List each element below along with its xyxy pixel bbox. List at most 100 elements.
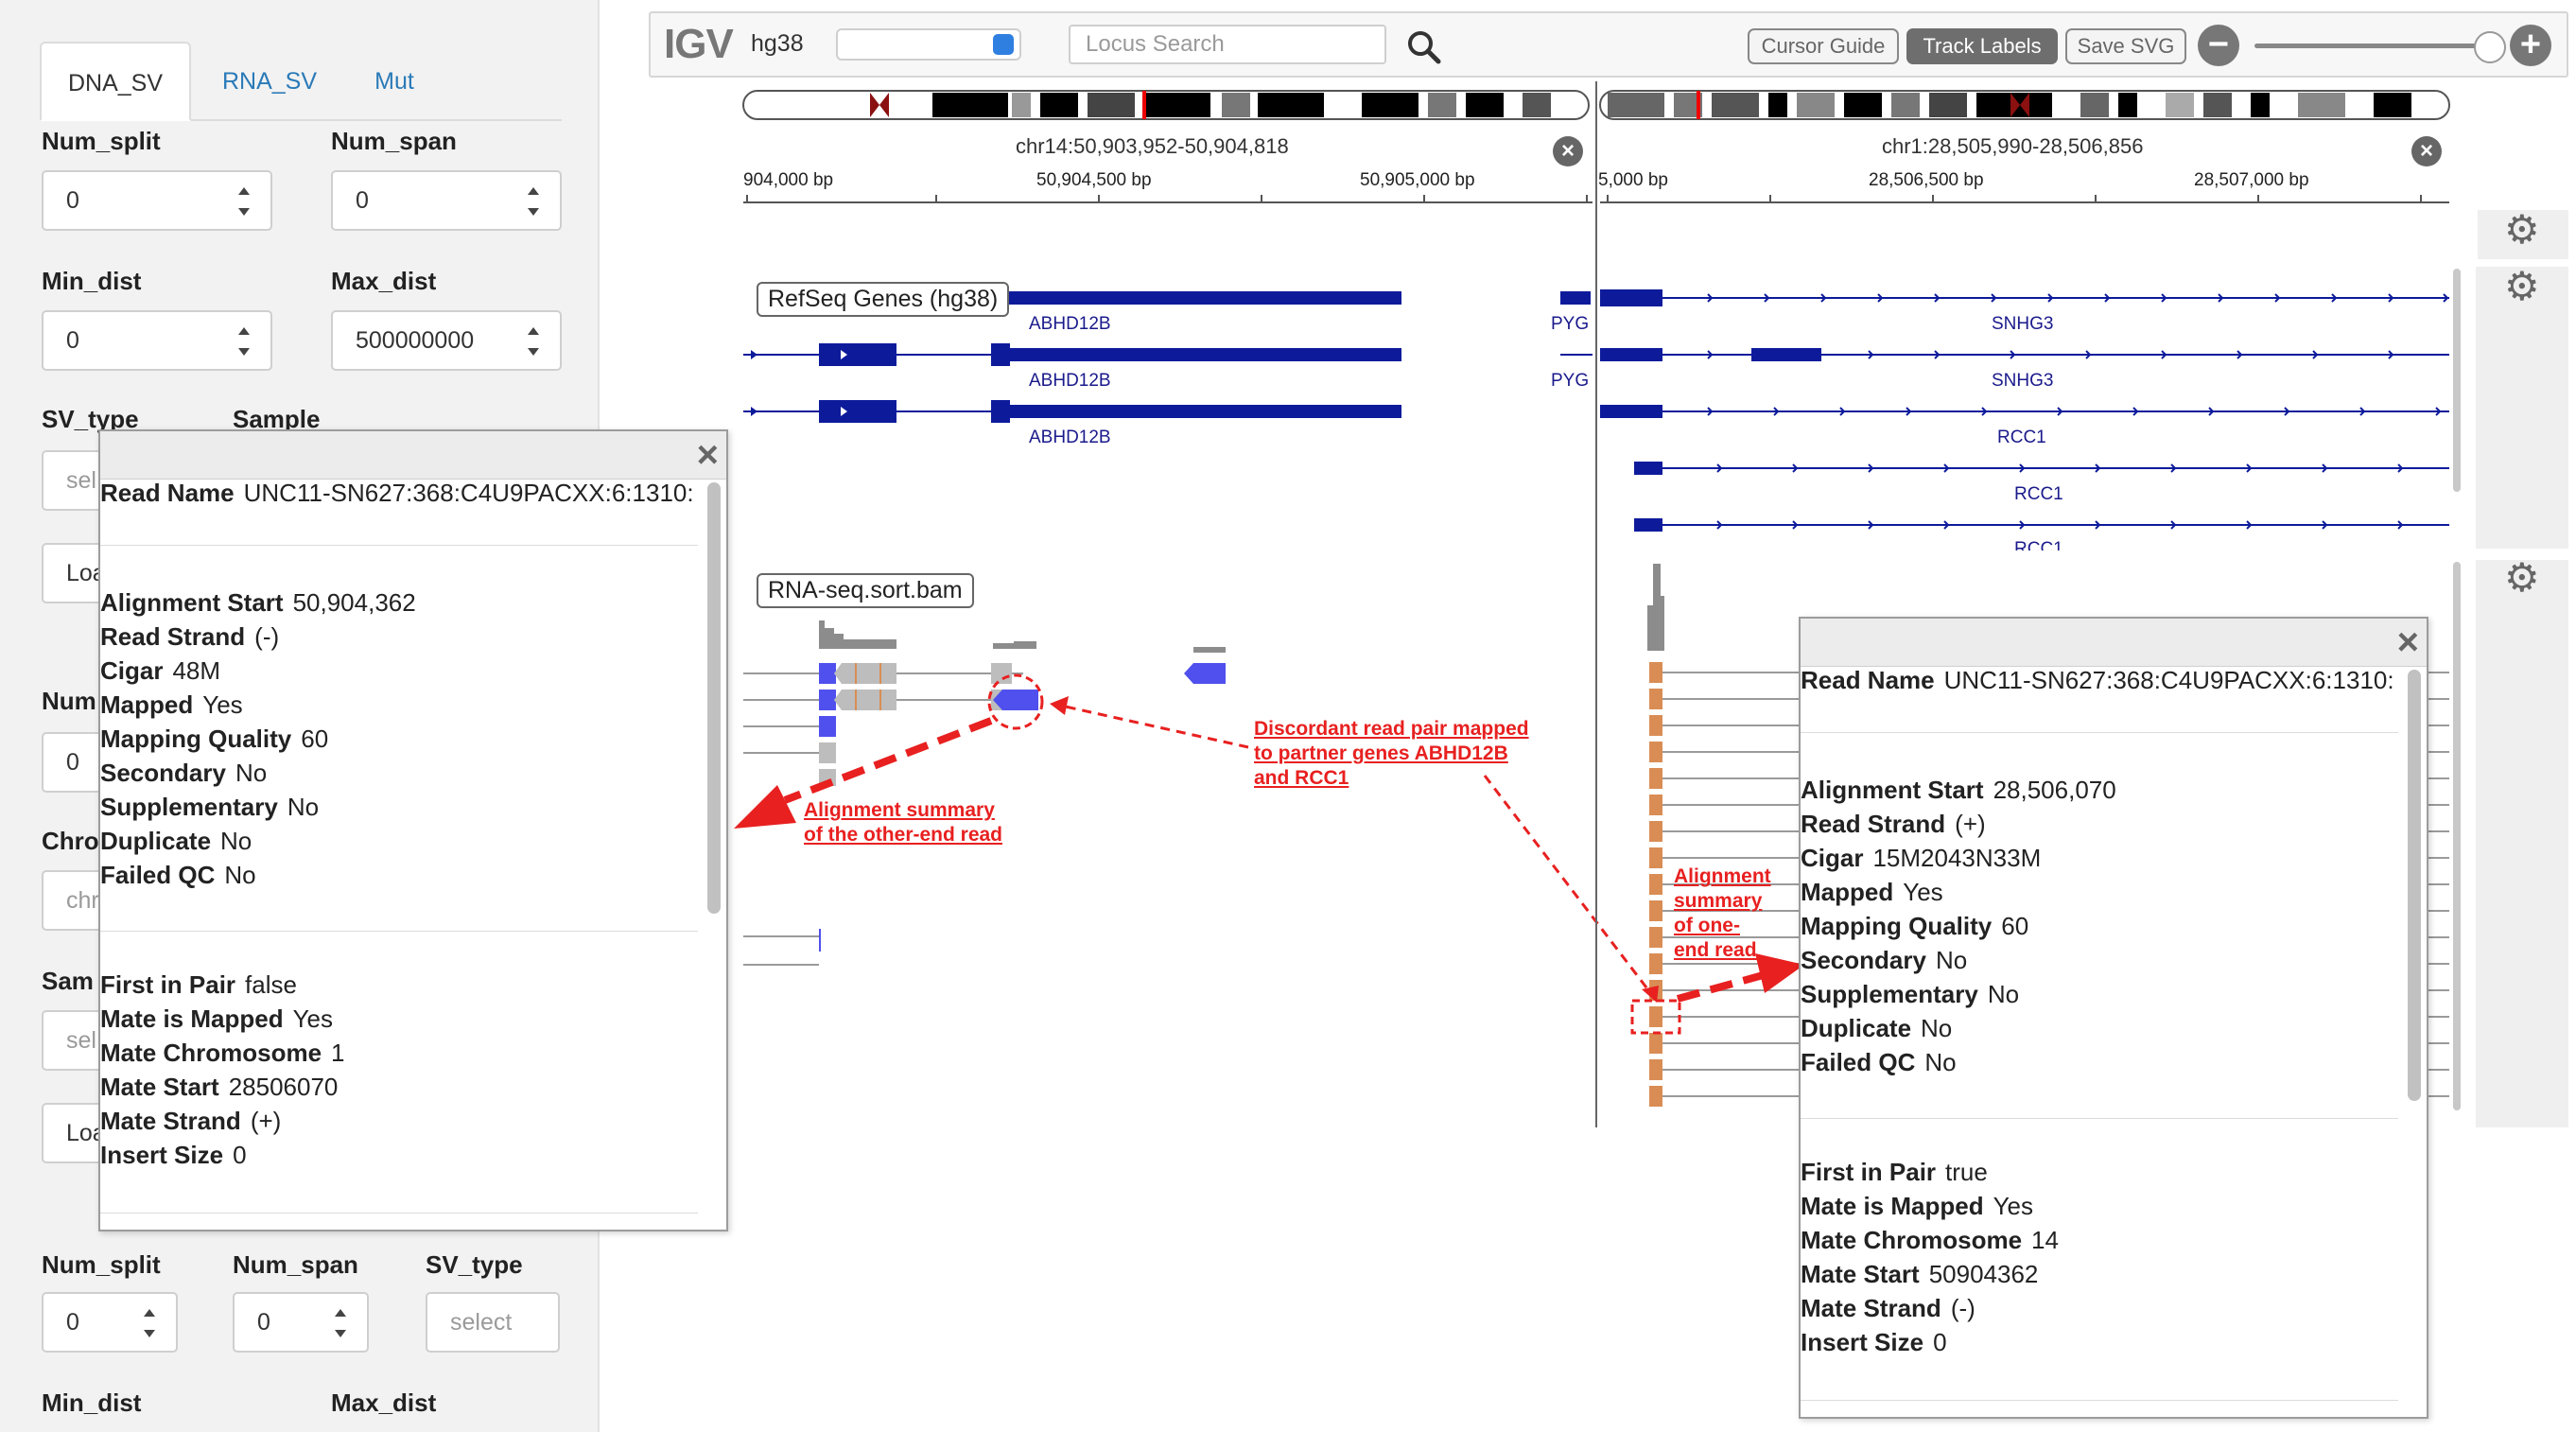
gear-icon[interactable]: ⚙ — [2504, 267, 2540, 306]
gene-pyg-1[interactable] — [1560, 291, 1591, 305]
read-popup-left: × Read Name UNC11-SN627:368:C4U9PACXX:6:1… — [98, 429, 728, 1231]
divider — [1801, 1400, 2398, 1401]
row-value: UNC11-SN627:368:C4U9PACXX:6:1310: — [1943, 666, 2394, 694]
popup-row: Mapped Yes — [1801, 876, 1943, 908]
row-label: Mapped — [1801, 878, 1894, 906]
ideogram-left[interactable] — [742, 90, 1590, 120]
row-value: Yes — [292, 1004, 334, 1033]
popup-row: Read Name UNC11-SN627:368:C4U9PACXX:6:131… — [1801, 664, 2394, 696]
row-label: First in Pair — [1801, 1158, 1937, 1186]
row-label: Mate is Mapped — [100, 1004, 284, 1033]
row-value: 0 — [1933, 1328, 1947, 1356]
row-label: Mate Chromosome — [100, 1039, 322, 1067]
popup-row: Cigar 48M — [100, 655, 220, 687]
bam-track-label[interactable]: RNA-seq.sort.bam — [757, 573, 974, 608]
popup-row: Read Strand (+) — [1801, 808, 1986, 840]
tick-label: 28,507,000 bp — [2194, 170, 2309, 190]
row-label: Cigar — [100, 656, 164, 685]
annotation-line: to partner genes ABHD12B — [1254, 742, 1508, 764]
row-label: Cigar — [1801, 844, 1864, 872]
popup-row: First in Pair false — [100, 969, 297, 1001]
popup-row: Read Strand (-) — [100, 620, 279, 653]
ruler-ticks — [746, 195, 2422, 202]
row-value: No — [220, 827, 252, 855]
row-value: 14 — [2031, 1226, 2059, 1254]
row-value: 28506070 — [228, 1073, 339, 1101]
row-value: Yes — [202, 690, 243, 719]
row-label: Mate Chromosome — [1801, 1226, 2023, 1254]
annotation-line: summary — [1674, 890, 1763, 912]
popup-row: Failed QC No — [1801, 1046, 1957, 1078]
refseq-track-label[interactable]: RefSeq Genes (hg38) — [757, 282, 1010, 317]
row-label: Mate is Mapped — [1801, 1192, 1984, 1220]
annotation-line: and RCC1 — [1254, 767, 1349, 789]
row-label: Secondary — [1801, 946, 1926, 974]
popup-row: Mapping Quality 60 — [100, 723, 328, 755]
gene-label: PYG — [1551, 314, 1590, 334]
annotation-right: Alignment summary of one- end read — [1674, 864, 1771, 963]
row-label: Failed QC — [100, 861, 216, 889]
row-value: No — [1924, 1048, 1957, 1076]
popup-row: Mate is Mapped Yes — [1801, 1190, 2033, 1222]
row-value: No — [224, 861, 256, 889]
annotation-line: of the other-end read — [804, 824, 1003, 846]
row-value: Yes — [1903, 878, 1943, 906]
popup-row: Duplicate No — [100, 825, 252, 857]
popup-row: Insert Size 0 — [100, 1139, 247, 1171]
popup-row: Alignment Start 28,506,070 — [1801, 774, 2116, 806]
gene-label: ABHD12B — [1029, 314, 1111, 334]
gear-icon[interactable]: ⚙ — [2504, 558, 2540, 598]
row-value: (-) — [1950, 1294, 1976, 1322]
popup-scrollbar[interactable] — [707, 482, 721, 914]
row-label: Mapping Quality — [100, 725, 292, 753]
row-value: 15M2043N33M — [1872, 844, 2042, 872]
close-icon[interactable]: × — [2397, 620, 2419, 664]
row-value: No — [287, 793, 320, 821]
bam-scrollbar[interactable] — [2453, 562, 2461, 1110]
row-label: Failed QC — [1801, 1048, 1916, 1076]
gene-label: SNHG3 — [1992, 314, 2054, 334]
ideogram-right[interactable] — [1599, 90, 2450, 120]
row-value: 28,506,070 — [1993, 776, 2116, 804]
row-label: Supplementary — [1801, 980, 1978, 1008]
close-icon[interactable]: × — [697, 433, 719, 477]
read-popup-right: × Read Name UNC11-SN627:368:C4U9PACXX:6:1… — [1799, 617, 2428, 1419]
row-label: Mate Strand — [100, 1107, 241, 1135]
popup-row: Failed QC No — [100, 859, 256, 891]
popup-row: Mate is Mapped Yes — [100, 1003, 333, 1035]
tick-label: 904,000 bp — [743, 170, 834, 190]
row-value: 48M — [172, 656, 221, 685]
popup-row: Duplicate No — [1801, 1012, 1952, 1044]
row-value: (-) — [254, 622, 280, 651]
row-value: (+) — [1955, 810, 1986, 838]
annotation-line: end read — [1674, 939, 1757, 961]
row-value: 50904362 — [1928, 1260, 2039, 1288]
row-label: Insert Size — [1801, 1328, 1924, 1356]
gene-label: SNHG3 — [1992, 371, 2054, 391]
popup-row: Mate Strand (+) — [100, 1105, 281, 1137]
gene-label: RCC1 — [2014, 539, 2063, 550]
row-value: 50,904,362 — [292, 588, 416, 617]
gene-label: ABHD12B — [1029, 371, 1111, 391]
annotation-line: Alignment summary — [804, 799, 995, 821]
right-locus-label: chr1:28,505,990-28,506,856 — [1882, 134, 2144, 158]
row-label: Read Name — [1801, 666, 1935, 694]
popup-row: Insert Size 0 — [1801, 1326, 1947, 1358]
annotation-line: Alignment — [1674, 865, 1771, 887]
row-label: Read Strand — [100, 622, 246, 651]
popup-row: Secondary No — [100, 757, 267, 789]
annotation-center: Discordant read pair mapped to partner g… — [1254, 717, 1529, 791]
refseq-scrollbar[interactable] — [2453, 269, 2461, 492]
row-value: No — [1921, 1014, 1953, 1042]
popup-scrollbar[interactable] — [2408, 670, 2421, 1101]
row-label: Mate Strand — [1801, 1294, 1941, 1322]
popup-header — [100, 431, 726, 480]
close-right-locus-icon[interactable]: × — [2411, 136, 2442, 166]
row-label: Mapped — [100, 690, 194, 719]
gear-icon[interactable]: ⚙ — [2504, 210, 2540, 250]
row-label: Alignment Start — [1801, 776, 1984, 804]
row-label: First in Pair — [100, 970, 236, 999]
annotation-line: of one- — [1674, 915, 1740, 936]
close-left-locus-icon[interactable]: × — [1553, 136, 1583, 166]
popup-row: Mate Chromosome 14 — [1801, 1224, 2059, 1256]
